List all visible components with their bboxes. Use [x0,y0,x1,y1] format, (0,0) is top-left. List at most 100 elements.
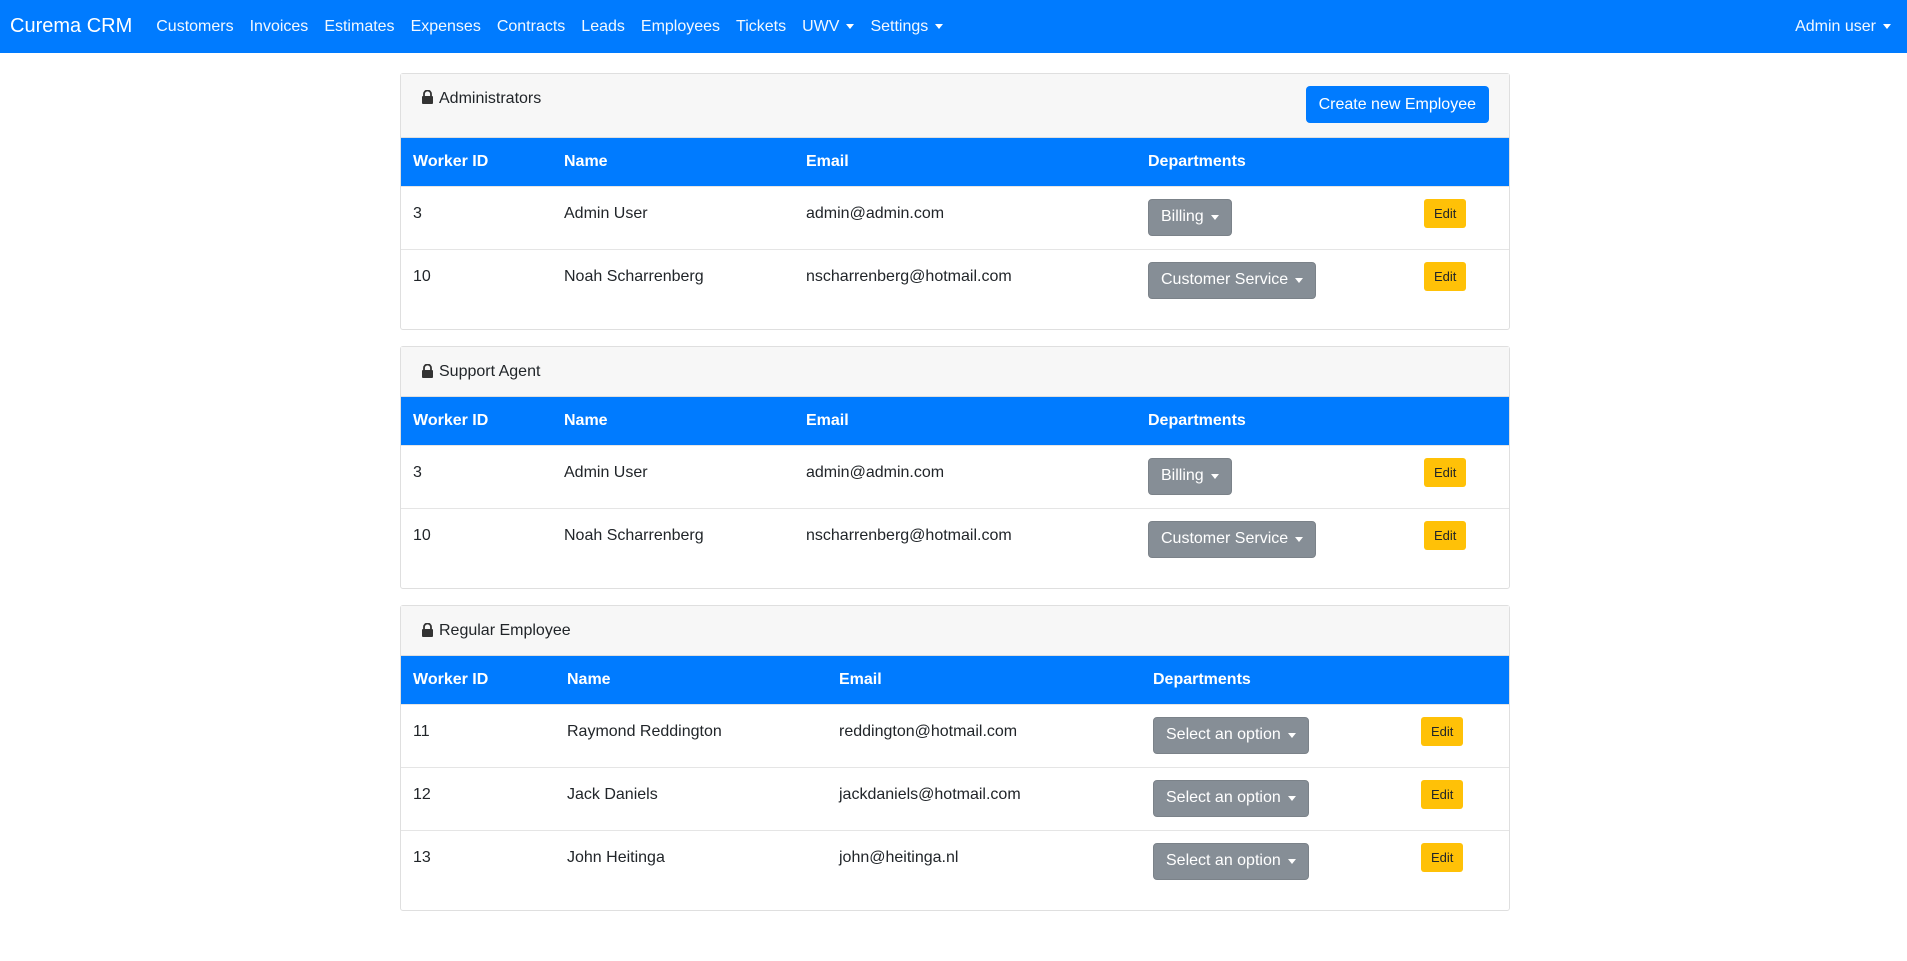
col-name: Name [564,152,608,170]
email-cell: admin@admin.com [806,463,945,481]
caret-down-icon [1883,24,1891,29]
table-row: 3 Admin User admin@admin.com Billing Edi… [401,186,1509,249]
department-select[interactable]: Select an option [1153,842,1309,880]
edit-button[interactable]: Edit [1424,198,1467,228]
department-select[interactable]: Select an option [1153,779,1309,817]
department-label: Customer Service [1161,271,1289,288]
lock-icon [422,364,433,378]
create-employee-button[interactable]: Create new Employee [1305,86,1489,123]
col-worker-id: Worker ID [413,152,489,170]
table-header-row: Worker ID Name Email Departments [401,138,1509,186]
col-worker-id: Worker ID [413,411,489,429]
lock-icon [422,623,433,637]
caret-down-icon [1295,536,1304,542]
department-dropdown[interactable]: Customer Service [1148,261,1317,299]
caret-down-icon [1287,795,1296,801]
table-header-row: Worker ID Name Email Departments [401,656,1509,704]
nav-settings-label: Settings [870,17,929,35]
col-departments: Departments [1148,411,1246,429]
col-email: Email [839,670,882,688]
brand-link[interactable]: Curema CRM [10,15,132,38]
card-header: Regular Employee [401,606,1509,656]
nav-settings-dropdown[interactable]: Settings [870,17,944,36]
col-worker-id: Worker ID [413,670,489,688]
regular-employee-card: Regular Employee Worker ID Name Email De… [400,605,1510,911]
nav-tickets[interactable]: Tickets [736,18,786,36]
email-cell: john@heitinga.nl [839,848,959,866]
nav-estimates[interactable]: Estimates [324,18,394,36]
col-name: Name [564,411,608,429]
employees-table: Worker ID Name Email Departments 3 Admin… [401,397,1509,571]
department-dropdown[interactable]: Billing [1148,198,1232,236]
edit-button[interactable]: Edit [1424,520,1467,550]
section-title: Regular Employee [439,621,571,639]
email-cell: nscharrenberg@hotmail.com [806,526,1012,544]
name-cell: Admin User [564,463,648,481]
lock-icon [422,90,433,104]
email-cell: reddington@hotmail.com [839,722,1018,740]
nav-contracts[interactable]: Contracts [497,18,565,36]
employees-table: Worker ID Name Email Departments 11 Raym… [401,656,1509,893]
nav-invoices[interactable]: Invoices [250,18,309,36]
edit-button[interactable]: Edit [1421,716,1464,746]
col-name: Name [567,670,611,688]
name-cell: John Heitinga [567,848,665,866]
department-label: Select an option [1166,726,1281,743]
table-row: 3 Admin User admin@admin.com Billing Edi… [401,445,1509,508]
worker-id-cell: 12 [413,785,431,803]
table-row: 13 John Heitinga john@heitinga.nl Select… [401,830,1509,893]
name-cell: Noah Scharrenberg [564,267,704,285]
table-header-row: Worker ID Name Email Departments [401,397,1509,445]
table-row: 10 Noah Scharrenberg nscharrenberg@hotma… [401,508,1509,571]
department-label: Select an option [1166,789,1281,806]
nav-uwv-dropdown[interactable]: UWV [802,17,855,36]
col-departments: Departments [1153,670,1251,688]
edit-button[interactable]: Edit [1421,779,1464,809]
support-agent-card: Support Agent Worker ID Name Email Depar… [400,346,1510,589]
department-label: Billing [1161,467,1204,484]
edit-button[interactable]: Edit [1424,261,1467,291]
edit-button[interactable]: Edit [1424,457,1467,487]
worker-id-cell: 3 [413,463,422,481]
user-menu-label: Admin user [1795,17,1876,35]
department-label: Billing [1161,208,1204,225]
caret-down-icon [1287,858,1296,864]
card-header: Support Agent [401,347,1509,397]
edit-button[interactable]: Edit [1421,842,1464,872]
department-label: Select an option [1166,852,1281,869]
nav-uwv-label: UWV [802,17,840,35]
worker-id-cell: 10 [413,267,431,285]
email-cell: admin@admin.com [806,204,945,222]
user-menu-dropdown[interactable]: Admin user [1795,18,1891,36]
employees-table: Worker ID Name Email Departments 3 Admin… [401,138,1509,312]
col-email: Email [806,411,849,429]
section-title: Administrators [439,90,542,107]
col-actions [1412,397,1509,445]
card-header: Administrators Create new Employee [401,74,1509,138]
table-row: 12 Jack Daniels jackdaniels@hotmail.com … [401,767,1509,830]
nav-employees[interactable]: Employees [641,18,720,36]
name-cell: Noah Scharrenberg [564,526,704,544]
department-dropdown[interactable]: Customer Service [1148,520,1317,558]
name-cell: Raymond Reddington [567,722,722,740]
name-cell: Jack Daniels [567,785,658,803]
top-navbar: Curema CRM Customers Invoices Estimates … [0,0,1907,53]
worker-id-cell: 13 [413,848,431,866]
worker-id-cell: 11 [413,722,430,740]
nav-expenses[interactable]: Expenses [411,18,481,36]
worker-id-cell: 10 [413,526,431,544]
caret-down-icon [1210,214,1219,220]
nav-customers[interactable]: Customers [156,18,233,36]
department-select[interactable]: Select an option [1153,716,1309,754]
nav-leads[interactable]: Leads [581,18,625,36]
col-email: Email [806,152,849,170]
name-cell: Admin User [564,204,648,222]
email-cell: nscharrenberg@hotmail.com [806,267,1012,285]
caret-down-icon [846,24,855,29]
department-dropdown[interactable]: Billing [1148,457,1232,495]
department-label: Customer Service [1161,530,1289,547]
table-row: 10 Noah Scharrenberg nscharrenberg@hotma… [401,249,1509,312]
col-departments: Departments [1148,152,1246,170]
caret-down-icon [1295,277,1304,283]
administrators-card: Administrators Create new Employee Worke… [400,73,1510,330]
